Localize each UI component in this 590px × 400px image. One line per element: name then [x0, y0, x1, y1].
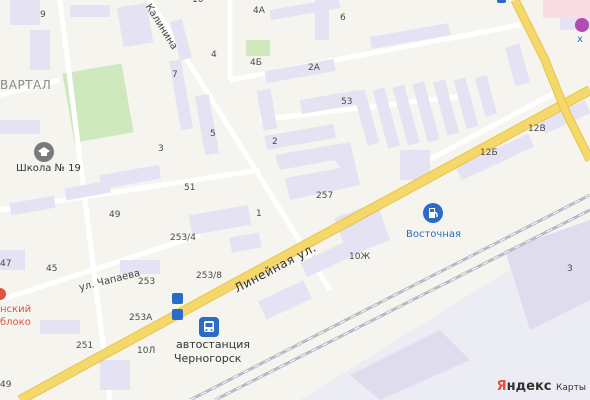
house-number: 251 — [76, 341, 94, 351]
transit-stop-icon[interactable] — [172, 293, 183, 304]
transit-stop-icon[interactable] — [497, 0, 506, 3]
bus-station-label-line2[interactable]: Черногорск — [174, 352, 241, 365]
logo-first-letter: Я — [496, 379, 507, 394]
house-number: 2 — [272, 137, 278, 147]
house-number: 51 — [184, 183, 196, 193]
house-number: 6 — [340, 13, 346, 23]
red-poi-label-line2[interactable]: блоко — [0, 317, 31, 328]
house-number: 10Ж — [349, 252, 371, 262]
house-number: 45 — [46, 264, 58, 274]
school-label[interactable]: Школа № 19 — [16, 163, 81, 174]
house-number: 47 — [0, 259, 12, 269]
house-number: 257 — [316, 191, 334, 201]
school-icon[interactable] — [34, 142, 54, 162]
transit-stop-icon[interactable] — [172, 309, 183, 320]
gas-station-icon[interactable] — [423, 203, 443, 223]
house-number: 49 — [109, 210, 121, 220]
gas-station-label[interactable]: Восточная — [406, 229, 461, 240]
map-view[interactable]: ВАРТАЛ Калинина ул. Чапаева Линейная ул.… — [0, 0, 590, 400]
house-number: 4 — [211, 50, 217, 60]
top-right-poi-label[interactable]: х — [577, 34, 583, 45]
house-number: 253/4 — [170, 233, 196, 243]
house-number: 1 — [256, 209, 262, 219]
bus-station-icon[interactable] — [199, 317, 219, 337]
house-number: 9 — [40, 10, 46, 20]
house-number: 2А — [308, 63, 320, 73]
bus-station-label-line1[interactable]: автостанция — [176, 338, 250, 351]
house-number: 10 — [192, 0, 204, 5]
house-number: 10Л — [137, 346, 156, 356]
house-number: 253/8 — [196, 271, 222, 281]
house-number: 53 — [341, 97, 353, 107]
house-number: 12Б — [480, 148, 498, 158]
red-poi-label-line1[interactable]: нский — [0, 304, 31, 315]
map-canvas — [0, 0, 590, 400]
top-right-area — [543, 0, 590, 18]
house-number: 12В — [528, 124, 546, 134]
house-number: 4А — [253, 6, 265, 16]
pink-poi-icon[interactable] — [575, 18, 589, 32]
house-number: 49 — [0, 380, 12, 390]
house-number: 253А — [129, 313, 153, 323]
house-number: 7 — [172, 70, 178, 80]
house-number: 253 — [138, 277, 156, 287]
district-label: ВАРТАЛ — [0, 78, 52, 92]
logo-suffix: Карты — [556, 383, 586, 393]
house-number: 5 — [210, 129, 216, 139]
yandex-logo: Яндекс Карты — [497, 379, 586, 394]
house-number: 3 — [158, 144, 164, 154]
house-number: 3 — [567, 264, 573, 274]
logo-rest: ндекс — [506, 379, 552, 394]
park-small — [246, 40, 270, 56]
house-number: 4Б — [250, 58, 262, 68]
